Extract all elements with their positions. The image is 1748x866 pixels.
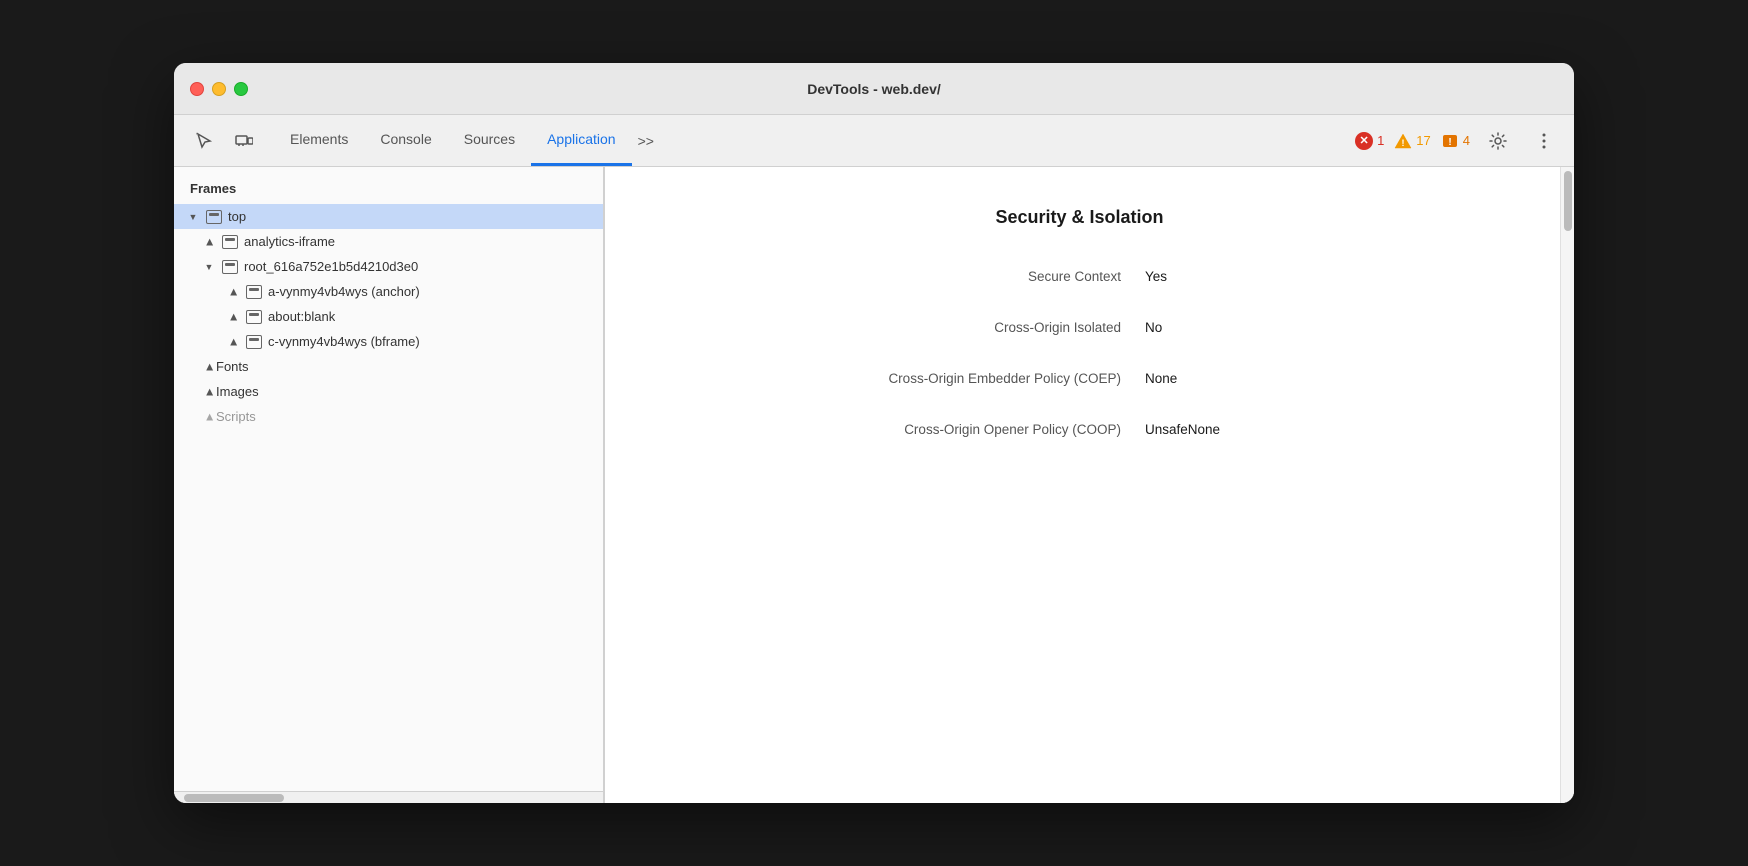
value-cross-origin-isolated: No <box>1145 319 1162 338</box>
frame-icon-c-vynmy <box>246 335 262 349</box>
error-badge[interactable]: ✕ 1 <box>1355 132 1384 150</box>
close-button[interactable] <box>190 82 204 96</box>
label-c-vynmy: c-vynmy4vb4wys (bframe) <box>268 334 420 349</box>
window-title: DevTools - web.dev/ <box>807 81 941 97</box>
toolbar-tabs: Elements Console Sources Application >> <box>274 115 660 166</box>
label-about-blank: about:blank <box>268 309 335 324</box>
scrollbar-thumb <box>1564 171 1572 231</box>
error-icon: ✕ <box>1355 132 1373 150</box>
security-row-coop: Cross-Origin Opener Policy (COOP) Unsafe… <box>665 421 1494 440</box>
svg-text:!: ! <box>1448 137 1451 148</box>
label-coop: Cross-Origin Opener Policy (COOP) <box>665 421 1145 440</box>
tab-console[interactable]: Console <box>364 115 447 166</box>
label-images: Images <box>216 384 259 399</box>
traffic-lights <box>190 82 248 96</box>
security-row-coep: Cross-Origin Embedder Policy (COEP) None <box>665 370 1494 389</box>
security-row-cross-origin-isolated: Cross-Origin Isolated No <box>665 319 1494 338</box>
main-content: Frames ▼ top ▶ analytics-iframe ▼ <box>174 167 1574 803</box>
arrow-images: ▶ <box>202 385 216 399</box>
arrow-root: ▼ <box>202 260 216 274</box>
title-bar: DevTools - web.dev/ <box>174 63 1574 115</box>
arrow-top: ▼ <box>186 210 200 224</box>
maximize-button[interactable] <box>234 82 248 96</box>
tree-item-top[interactable]: ▼ top <box>174 204 603 229</box>
left-panel: Frames ▼ top ▶ analytics-iframe ▼ <box>174 167 604 803</box>
settings-icon <box>1489 132 1507 150</box>
security-content: Security & Isolation Secure Context Yes … <box>605 167 1574 803</box>
device-toolbar-icon <box>235 132 253 150</box>
frame-icon-top <box>206 210 222 224</box>
tree-container[interactable]: ▼ top ▶ analytics-iframe ▼ root_616a752e… <box>174 204 603 791</box>
more-options-button[interactable] <box>1526 123 1562 159</box>
label-cross-origin-isolated: Cross-Origin Isolated <box>665 319 1145 338</box>
right-panel: Security & Isolation Secure Context Yes … <box>605 167 1574 803</box>
tab-sources[interactable]: Sources <box>448 115 531 166</box>
tree-item-c-vynmy[interactable]: ▶ c-vynmy4vb4wys (bframe) <box>174 329 603 354</box>
arrow-about-blank: ▶ <box>226 310 240 324</box>
tree-item-a-vynmy[interactable]: ▶ a-vynmy4vb4wys (anchor) <box>174 279 603 304</box>
label-a-vynmy: a-vynmy4vb4wys (anchor) <box>268 284 420 299</box>
tab-elements[interactable]: Elements <box>274 115 364 166</box>
more-options-icon <box>1542 132 1546 150</box>
value-coep: None <box>1145 370 1177 389</box>
label-coep: Cross-Origin Embedder Policy (COEP) <box>665 370 1145 389</box>
toolbar: Elements Console Sources Application >> … <box>174 115 1574 167</box>
label-fonts: Fonts <box>216 359 249 374</box>
arrow-c-vynmy: ▶ <box>226 335 240 349</box>
svg-text:!: ! <box>1402 138 1405 148</box>
horizontal-scrollbar[interactable] <box>174 791 603 803</box>
arrow-analytics: ▶ <box>202 235 216 249</box>
toolbar-right: ✕ 1 ! 17 ! 4 <box>1355 123 1562 159</box>
security-title: Security & Isolation <box>665 207 1494 228</box>
arrow-fonts: ▶ <box>202 360 216 374</box>
frame-icon-a-vynmy <box>246 285 262 299</box>
label-scripts: Scripts <box>216 409 256 424</box>
arrow-a-vynmy: ▶ <box>226 285 240 299</box>
info-icon: ! <box>1441 133 1459 149</box>
frames-header: Frames <box>174 167 603 204</box>
arrow-scripts: ▶ <box>202 410 216 424</box>
warning-icon: ! <box>1394 133 1412 149</box>
more-tabs-button[interactable]: >> <box>632 115 660 166</box>
tree-item-root[interactable]: ▼ root_616a752e1b5d4210d3e0 <box>174 254 603 279</box>
label-secure-context: Secure Context <box>665 268 1145 287</box>
right-scrollbar[interactable] <box>1560 167 1574 803</box>
value-coop: UnsafeNone <box>1145 421 1220 440</box>
frame-icon-analytics <box>222 235 238 249</box>
frame-icon-root <box>222 260 238 274</box>
device-toolbar-btn[interactable] <box>226 123 262 159</box>
tab-application[interactable]: Application <box>531 115 632 166</box>
folder-item-scripts[interactable]: ▶ Scripts <box>174 404 603 429</box>
security-row-secure-context: Secure Context Yes <box>665 268 1494 287</box>
tree-item-about-blank[interactable]: ▶ about:blank <box>174 304 603 329</box>
tree-item-analytics[interactable]: ▶ analytics-iframe <box>174 229 603 254</box>
cursor-icon-btn[interactable] <box>186 123 222 159</box>
minimize-button[interactable] <box>212 82 226 96</box>
devtools-window: DevTools - web.dev/ Elements Console <box>174 63 1574 803</box>
label-analytics: analytics-iframe <box>244 234 335 249</box>
cursor-icon <box>195 132 213 150</box>
label-top: top <box>228 209 246 224</box>
frame-icon-about-blank <box>246 310 262 324</box>
value-secure-context: Yes <box>1145 268 1167 287</box>
folder-item-fonts[interactable]: ▶ Fonts <box>174 354 603 379</box>
info-badge[interactable]: ! 4 <box>1441 133 1470 149</box>
hscroll-thumb <box>184 794 284 802</box>
label-root: root_616a752e1b5d4210d3e0 <box>244 259 418 274</box>
folder-item-images[interactable]: ▶ Images <box>174 379 603 404</box>
warning-badge[interactable]: ! 17 <box>1394 133 1430 149</box>
settings-button[interactable] <box>1480 123 1516 159</box>
